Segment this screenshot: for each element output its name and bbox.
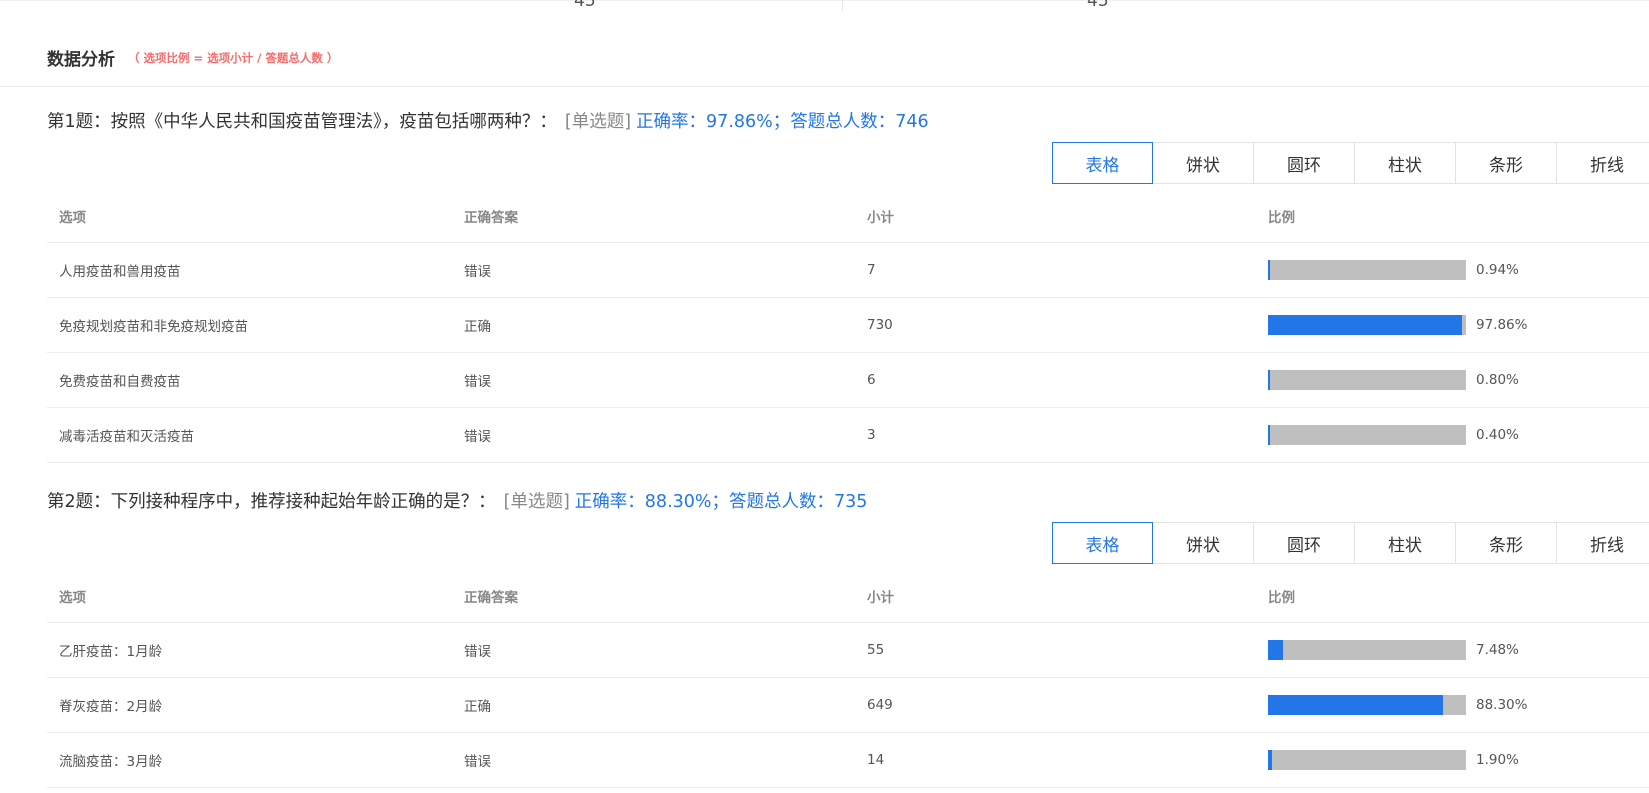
ratio-cell: 1.90%	[1268, 733, 1519, 787]
option-text: 减毒活疫苗和灭活疫苗	[59, 429, 194, 445]
question-title: 第2题：下列接种程序中，推荐接种起始年龄正确的是？： [单选题] 正确率：88.30…	[47, 488, 867, 513]
option-text: 流脑疫苗：3月龄	[59, 754, 163, 770]
top-edge-line	[0, 0, 1649, 1]
table-row: 乙肝疫苗：1月龄 错误 55 7.48%	[47, 623, 1649, 678]
ratio-text: 0.40%	[1476, 427, 1519, 443]
tab-ring[interactable]: 圆环	[1254, 522, 1355, 564]
count-text: 730	[867, 317, 893, 333]
tab-line[interactable]: 折线	[1557, 522, 1649, 564]
count-text: 14	[867, 752, 885, 768]
ratio-cell: 7.48%	[1268, 623, 1519, 677]
question-stats: 正确率：88.30%；答题总人数：735	[574, 492, 868, 512]
column-divider	[842, 0, 843, 11]
ratio-cell: 88.30%	[1268, 678, 1527, 732]
ratio-cell: 97.86%	[1268, 298, 1527, 352]
ratio-bar	[1268, 750, 1466, 770]
option-text: 免疫规划疫苗和非免疫规划疫苗	[59, 319, 248, 335]
tab-bar[interactable]: 条形	[1456, 142, 1557, 184]
question-title: 第1题：按照《中华人民共和国疫苗管理法》，疫苗包括哪两种？： [单选题] 正确率：9…	[47, 108, 929, 133]
table-header-row: 选项 正确答案 小计 比例	[47, 190, 1649, 243]
answer-text: 错误	[464, 429, 491, 445]
tab-pie[interactable]: 饼状	[1153, 142, 1254, 184]
ratio-text: 88.30%	[1476, 697, 1528, 713]
option-text: 免费疫苗和自费疫苗	[59, 374, 181, 390]
tab-column[interactable]: 柱状	[1355, 142, 1456, 184]
ratio-bar	[1268, 640, 1466, 660]
table-row: 流脑疫苗：3月龄 错误 14 1.90%	[47, 733, 1649, 788]
ratio-bar-fill	[1268, 425, 1270, 445]
header-ratio: 比例	[1268, 210, 1295, 226]
ratio-bar	[1268, 695, 1466, 715]
tab-bar[interactable]: 条形	[1456, 522, 1557, 564]
answer-text: 错误	[464, 754, 491, 770]
results-table: 选项 正确答案 小计 比例 乙肝疫苗：1月龄 错误 55 7.48% 脊灰疫苗：…	[47, 570, 1649, 788]
ratio-cell: 0.80%	[1268, 353, 1519, 407]
ratio-bar	[1268, 260, 1466, 280]
table-row: 免疫规划疫苗和非免疫规划疫苗 正确 730 97.86%	[47, 298, 1649, 353]
question-stats: 正确率：97.86%；答题总人数：746	[636, 112, 929, 132]
option-text: 人用疫苗和兽用疫苗	[59, 264, 181, 280]
tab-ring[interactable]: 圆环	[1254, 142, 1355, 184]
ratio-bar-fill	[1268, 315, 1462, 335]
tab-line[interactable]: 折线	[1557, 142, 1649, 184]
ratio-bar	[1268, 370, 1466, 390]
answer-text: 错误	[464, 264, 491, 280]
ratio-text: 1.90%	[1476, 752, 1519, 768]
header-answer: 正确答案	[464, 590, 518, 606]
answer-text: 错误	[464, 644, 491, 660]
previous-value-left: 45	[574, 0, 596, 11]
results-table: 选项 正确答案 小计 比例 人用疫苗和兽用疫苗 错误 7 0.94% 免疫规划疫…	[47, 190, 1649, 463]
header-count: 小计	[867, 210, 894, 226]
answer-text: 正确	[464, 699, 491, 715]
ratio-text: 97.86%	[1476, 317, 1528, 333]
ratio-bar	[1268, 425, 1466, 445]
question-text: 第2题：下列接种程序中，推荐接种起始年龄正确的是？：	[47, 492, 496, 512]
table-row: 脊灰疫苗：2月龄 正确 649 88.30%	[47, 678, 1649, 733]
header-answer: 正确答案	[464, 210, 518, 226]
option-text: 乙肝疫苗：1月龄	[59, 644, 163, 660]
ratio-cell: 0.94%	[1268, 243, 1519, 297]
ratio-text: 0.80%	[1476, 372, 1519, 388]
header-option: 选项	[59, 590, 86, 606]
ratio-bar-fill	[1268, 640, 1283, 660]
answer-text: 正确	[464, 319, 491, 335]
count-text: 3	[867, 427, 876, 443]
section-note: （ 选项比例 = 选项小计 / 答题总人数 ）	[128, 51, 339, 65]
section-title: 数据分析	[47, 50, 115, 70]
count-text: 6	[867, 372, 876, 388]
count-text: 7	[867, 262, 876, 278]
tab-table[interactable]: 表格	[1052, 142, 1153, 184]
ratio-cell: 0.40%	[1268, 408, 1519, 462]
ratio-bar	[1268, 315, 1466, 335]
ratio-bar-fill	[1268, 695, 1443, 715]
question-type: [单选题]	[503, 492, 570, 512]
ratio-text: 7.48%	[1476, 642, 1519, 658]
header-count: 小计	[867, 590, 894, 606]
chart-type-tabs: 表格 饼状 圆环 柱状 条形 折线	[1052, 522, 1649, 564]
header-ratio: 比例	[1268, 590, 1295, 606]
ratio-bar-fill	[1268, 750, 1272, 770]
question-type: [单选题]	[564, 112, 632, 132]
previous-section-remnant: 45 45	[0, 0, 1649, 12]
table-row: 免费疫苗和自费疫苗 错误 6 0.80%	[47, 353, 1649, 408]
data-analysis-header: 数据分析 （ 选项比例 = 选项小计 / 答题总人数 ）	[0, 36, 1649, 87]
tab-pie[interactable]: 饼状	[1153, 522, 1254, 564]
ratio-bar-fill	[1268, 260, 1270, 280]
question-text: 第1题：按照《中华人民共和国疫苗管理法》，疫苗包括哪两种？：	[47, 112, 557, 132]
ratio-bar-fill	[1268, 370, 1270, 390]
previous-value-right: 45	[1087, 0, 1109, 11]
count-text: 649	[867, 697, 893, 713]
answer-text: 错误	[464, 374, 491, 390]
table-row: 人用疫苗和兽用疫苗 错误 7 0.94%	[47, 243, 1649, 298]
count-text: 55	[867, 642, 885, 658]
tab-table[interactable]: 表格	[1052, 522, 1153, 564]
header-option: 选项	[59, 210, 86, 226]
table-row: 减毒活疫苗和灭活疫苗 错误 3 0.40%	[47, 408, 1649, 463]
chart-type-tabs: 表格 饼状 圆环 柱状 条形 折线	[1052, 142, 1649, 184]
table-header-row: 选项 正确答案 小计 比例	[47, 570, 1649, 623]
tab-column[interactable]: 柱状	[1355, 522, 1456, 564]
option-text: 脊灰疫苗：2月龄	[59, 699, 163, 715]
ratio-text: 0.94%	[1476, 262, 1519, 278]
